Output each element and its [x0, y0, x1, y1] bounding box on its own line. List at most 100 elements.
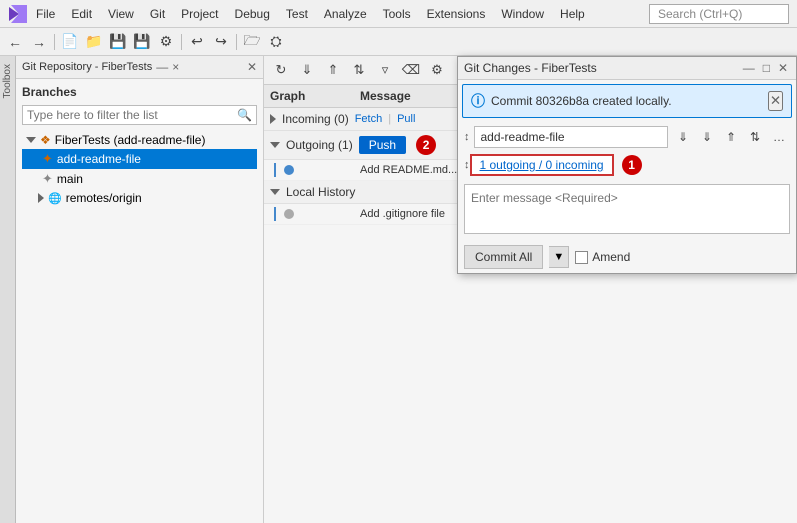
- remotes-header[interactable]: 🌐 remotes/origin: [22, 189, 257, 207]
- menu-git[interactable]: Git: [142, 3, 173, 25]
- local-history-expand-icon[interactable]: [270, 189, 280, 195]
- menu-edit[interactable]: Edit: [63, 3, 100, 25]
- message-input[interactable]: [464, 184, 790, 234]
- amend-label: Amend: [592, 250, 630, 264]
- new-project-btn[interactable]: 📄: [59, 31, 81, 53]
- expand-icon: [26, 137, 36, 143]
- back-btn[interactable]: ←: [4, 31, 26, 53]
- settings-btn[interactable]: ⛭: [265, 31, 287, 53]
- outgoing-label: Outgoing (1): [286, 138, 353, 152]
- pull-btn[interactable]: ⇓: [296, 59, 318, 81]
- main-label: main: [57, 172, 83, 186]
- menu-help[interactable]: Help: [552, 3, 593, 25]
- menu-debug[interactable]: Debug: [227, 3, 278, 25]
- arrows-icon: ↕: [464, 131, 470, 143]
- search-box[interactable]: Search (Ctrl+Q): [649, 4, 789, 24]
- push-button[interactable]: Push: [359, 136, 406, 154]
- menu-file[interactable]: File: [28, 3, 63, 25]
- sync-action-btn[interactable]: ⇅: [744, 126, 766, 148]
- main-branch-icon: ✦: [42, 171, 53, 187]
- pin-icon[interactable]: —: [156, 60, 168, 74]
- more-action-btn[interactable]: …: [768, 126, 790, 148]
- menu-tools[interactable]: Tools: [375, 3, 419, 25]
- info-close-btn[interactable]: ✕: [768, 91, 783, 111]
- outgoing-badge[interactable]: 1 outgoing / 0 incoming: [470, 154, 614, 176]
- push-action-btn[interactable]: ⇑: [720, 126, 742, 148]
- git-changes-header: Git Changes - FiberTests — □ ✕: [458, 57, 796, 80]
- forward-btn[interactable]: →: [28, 31, 50, 53]
- branches-section: Branches 🔍 ❖ FiberTests (add-readme-file…: [16, 79, 263, 215]
- outgoing-message-text: Add README.md...: [360, 164, 457, 176]
- pull-link[interactable]: Pull: [397, 113, 415, 125]
- toolbar-sep-2: [181, 34, 182, 50]
- amend-checkbox[interactable]: [575, 251, 588, 264]
- amend-row: Amend: [575, 250, 630, 264]
- repo-icon: ❖: [40, 133, 51, 147]
- fiber-tests-header[interactable]: ❖ FiberTests (add-readme-file): [22, 131, 257, 149]
- branch-dropdown[interactable]: add-readme-file: [474, 126, 669, 148]
- build-btn[interactable]: ⚙: [155, 31, 177, 53]
- info-icon: ⓘ: [471, 91, 485, 111]
- commit-row: Commit All ▼ Amend: [458, 241, 796, 273]
- git-changes-title: Git Changes - FiberTests: [464, 61, 741, 75]
- outgoing-link-row: ↕ 1 outgoing / 0 incoming 1: [458, 152, 796, 180]
- menubar: File Edit View Git Project Debug Test An…: [0, 0, 797, 28]
- menu-view[interactable]: View: [100, 3, 142, 25]
- info-bar: ⓘ Commit 80326b8a created locally. ✕: [462, 84, 792, 118]
- save-all-btn[interactable]: 💾: [131, 31, 153, 53]
- remotes-expand-icon: [38, 193, 44, 203]
- local-graph-col: [270, 207, 360, 221]
- add-readme-file-item[interactable]: ✦ add-readme-file: [22, 149, 257, 169]
- filter-btn[interactable]: ▿: [374, 59, 396, 81]
- undo-btn[interactable]: ↩: [186, 31, 208, 53]
- graph-line: [274, 163, 276, 177]
- menu-project[interactable]: Project: [173, 3, 226, 25]
- branch-action-btns: ⇓ ⇓ ⇑ ⇅ …: [672, 126, 790, 148]
- fetch-btn[interactable]: ⇓: [672, 126, 694, 148]
- main-item[interactable]: ✦ main: [22, 169, 257, 189]
- menu-window[interactable]: Window: [493, 3, 552, 25]
- fetch-link[interactable]: Fetch: [355, 113, 383, 125]
- menu-analyze[interactable]: Analyze: [316, 3, 375, 25]
- filter-box[interactable]: 🔍: [22, 105, 257, 125]
- commit-dropdown-btn[interactable]: ▼: [549, 246, 569, 268]
- vs-logo: [8, 4, 28, 24]
- branch-icon: ✦: [42, 151, 53, 167]
- push-tool-btn[interactable]: ⇑: [322, 59, 344, 81]
- local-graph-line: [274, 207, 276, 221]
- close-icon[interactable]: ✕: [247, 60, 257, 74]
- col-graph-header: Graph: [270, 89, 360, 103]
- commit-dot: [284, 165, 294, 175]
- toolbox-sidebar: Toolbox: [0, 56, 16, 523]
- pull-action-btn[interactable]: ⇓: [696, 126, 718, 148]
- info-message: Commit 80326b8a created locally.: [491, 94, 672, 108]
- toolbar-sep-1: [54, 34, 55, 50]
- filter-input[interactable]: [27, 108, 237, 122]
- search-icon: 🔍: [237, 108, 252, 122]
- fetch-pull-sep: |: [388, 113, 391, 125]
- branch-tree: ❖ FiberTests (add-readme-file) ✦ add-rea…: [22, 131, 257, 207]
- sync-btn[interactable]: ⇅: [348, 59, 370, 81]
- folder-btn[interactable]: 🗁: [241, 31, 263, 53]
- unpin-icon[interactable]: ×: [172, 60, 179, 74]
- toolbox-label: Toolbox: [2, 64, 13, 98]
- menu-test[interactable]: Test: [278, 3, 316, 25]
- git-changes-float-btn[interactable]: □: [761, 61, 772, 75]
- open-btn[interactable]: 📁: [83, 31, 105, 53]
- outgoing-expand-icon[interactable]: [270, 142, 280, 148]
- panel-header: Git Repository - FiberTests — × ✕: [16, 56, 263, 79]
- git-changes-controls: — □ ✕: [741, 61, 790, 75]
- main-layout: Toolbox Git Repository - FiberTests — × …: [0, 56, 797, 523]
- refresh-btn[interactable]: ↻: [270, 59, 292, 81]
- git-changes-pin-btn[interactable]: —: [741, 61, 757, 75]
- panel-title: Git Repository - FiberTests: [22, 61, 152, 73]
- commit-all-btn[interactable]: Commit All: [464, 245, 543, 269]
- menu-extensions[interactable]: Extensions: [419, 3, 494, 25]
- save-btn[interactable]: 💾: [107, 31, 129, 53]
- redo-btn[interactable]: ↪: [210, 31, 232, 53]
- branch-mgmt-btn[interactable]: ⌫: [400, 59, 422, 81]
- fiber-tests-label: FiberTests (add-readme-file): [55, 133, 206, 147]
- git-changes-close-btn[interactable]: ✕: [776, 61, 790, 75]
- settings2-btn[interactable]: ⚙: [426, 59, 448, 81]
- incoming-expand-icon[interactable]: [270, 114, 276, 124]
